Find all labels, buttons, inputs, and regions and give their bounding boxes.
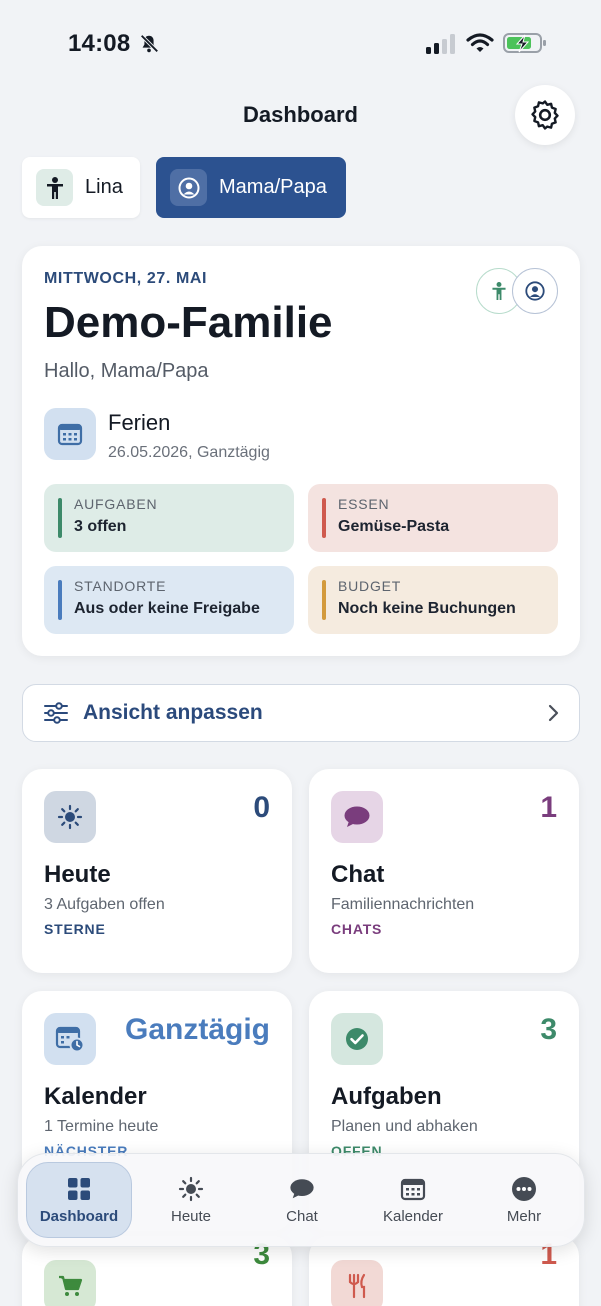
- tile-label: ESSEN: [338, 496, 390, 512]
- budget-tile[interactable]: BUDGET Noch keine Buchungen: [308, 566, 558, 634]
- chat-bubble-icon: [289, 1176, 315, 1202]
- tile-value: Noch keine Buchungen: [338, 600, 516, 617]
- tasks-tile[interactable]: AUFGABEN 3 offen: [44, 484, 294, 552]
- widget-title: Heute: [44, 861, 111, 888]
- widget-title: Kalender: [44, 1083, 147, 1110]
- tab-mehr[interactable]: Mehr: [471, 1162, 577, 1238]
- sun-icon: [44, 791, 96, 843]
- fork-knife-icon: [331, 1260, 383, 1306]
- cart-icon: [44, 1260, 96, 1306]
- sliders-icon: [44, 702, 68, 724]
- greeting: Hallo, Mama/Papa: [44, 360, 209, 382]
- person-circle-icon: [170, 169, 207, 206]
- tile-label: STANDORTE: [74, 578, 167, 594]
- grid-icon: [66, 1176, 92, 1202]
- profile-switcher: Lina Mama/Papa: [22, 157, 346, 219]
- chevron-right-icon: [548, 704, 559, 722]
- widget-count: Ganztägig: [124, 1013, 270, 1046]
- calendar-icon: [44, 408, 96, 460]
- widget-count: 1: [540, 791, 557, 824]
- tile-value: Aus oder keine Freigabe: [74, 600, 260, 617]
- widget-subtitle: Familiennachrichten: [331, 896, 475, 913]
- profile-label: Mama/Papa: [219, 176, 327, 198]
- status-bar: 14:08: [0, 0, 601, 88]
- tab-heute[interactable]: Heute: [138, 1162, 244, 1238]
- child-figure-icon: [36, 169, 73, 206]
- page-title: Dashboard: [243, 102, 358, 127]
- widget-tag: CHATS: [331, 921, 383, 937]
- calendar-icon: [400, 1176, 426, 1202]
- event-title: Ferien: [108, 410, 171, 435]
- summary-date: MITTWOCH, 27. MAI: [44, 270, 208, 287]
- tab-label: Heute: [170, 1207, 212, 1225]
- member-avatars: [476, 268, 560, 316]
- tile-accent-bar: [322, 498, 326, 538]
- food-tile[interactable]: ESSEN Gemüse-Pasta: [308, 484, 558, 552]
- settings-button[interactable]: [515, 85, 575, 145]
- tile-label: AUFGABEN: [74, 496, 158, 512]
- parent-avatar[interactable]: [512, 268, 558, 314]
- widget-title: Aufgaben: [331, 1083, 442, 1110]
- gear-icon: [531, 100, 559, 130]
- tile-value: Gemüse-Pasta: [338, 518, 450, 535]
- tile-accent-bar: [58, 580, 62, 620]
- tile-value: 3 offen: [74, 518, 127, 535]
- family-summary-card: MITTWOCH, 27. MAI Demo-Familie Hallo, Ma…: [22, 246, 580, 656]
- tile-label: BUDGET: [338, 578, 402, 594]
- widget-title: Chat: [331, 861, 385, 888]
- tile-accent-bar: [322, 580, 326, 620]
- customize-view-button[interactable]: Ansicht anpassen: [22, 684, 580, 742]
- checkmark-circle-icon: [331, 1013, 383, 1065]
- widget-subtitle: 1 Termine heute: [44, 1118, 159, 1135]
- tab-kalender[interactable]: Kalender: [360, 1162, 466, 1238]
- wifi-icon: [466, 33, 494, 52]
- battery-charging-icon: [503, 33, 546, 53]
- bottom-tab-bar: Dashboard Heute Chat Kalender Mehr: [17, 1153, 585, 1247]
- event-subtitle: 26.05.2026, Ganztägig: [108, 444, 270, 461]
- widget-count: 3: [540, 1013, 557, 1046]
- event-item[interactable]: Ferien 26.05.2026, Ganztägig: [44, 408, 270, 462]
- sun-icon: [178, 1176, 204, 1202]
- profile-label: Lina: [85, 176, 123, 198]
- status-time: 14:08: [68, 30, 131, 57]
- signal-icon: [426, 34, 455, 54]
- tab-label: Dashboard: [39, 1207, 119, 1225]
- widget-heute[interactable]: 0 Heute 3 Aufgaben offen STERNE: [22, 769, 292, 973]
- chat-bubble-icon: [331, 791, 383, 843]
- tab-label: Chat: [286, 1207, 318, 1225]
- profile-lina[interactable]: Lina: [22, 157, 140, 218]
- widget-subtitle: 3 Aufgaben offen: [44, 896, 165, 913]
- profile-mama-papa[interactable]: Mama/Papa: [156, 157, 346, 218]
- widget-chat[interactable]: 1 Chat Familiennachrichten CHATS: [309, 769, 579, 973]
- more-dots-icon: [511, 1176, 537, 1202]
- person-circle-icon: [525, 281, 545, 301]
- widget-count: 0: [253, 791, 270, 824]
- tab-label: Mehr: [506, 1207, 542, 1225]
- family-name: Demo-Familie: [44, 298, 333, 347]
- widget-subtitle: Planen und abhaken: [331, 1118, 478, 1135]
- child-figure-icon: [492, 282, 506, 300]
- customize-label: Ansicht anpassen: [83, 701, 263, 724]
- tab-chat[interactable]: Chat: [249, 1162, 355, 1238]
- calendar-clock-icon: [44, 1013, 96, 1065]
- tab-dashboard[interactable]: Dashboard: [26, 1162, 132, 1238]
- tile-accent-bar: [58, 498, 62, 538]
- tab-label: Kalender: [382, 1207, 444, 1225]
- locations-tile[interactable]: STANDORTE Aus oder keine Freigabe: [44, 566, 294, 634]
- bell-slash-icon: [140, 34, 159, 53]
- widget-tag: STERNE: [44, 921, 106, 937]
